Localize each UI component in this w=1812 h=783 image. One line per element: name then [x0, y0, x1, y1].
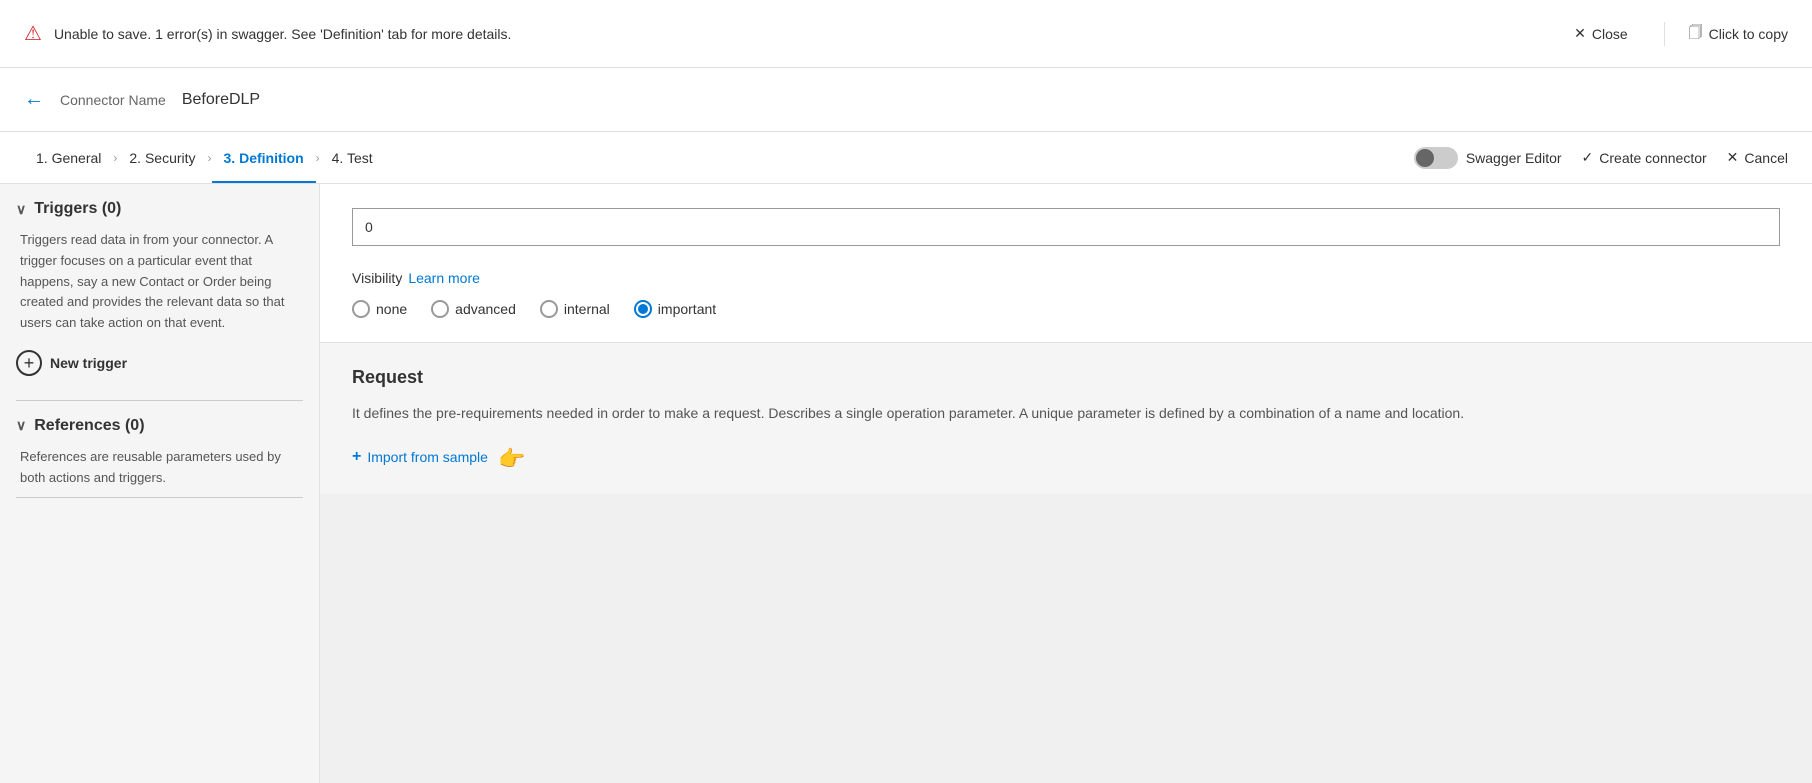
references-section-header[interactable]: ∨ References (0)	[16, 417, 303, 435]
cancel-x-icon: ✕	[1727, 149, 1739, 166]
connector-name-label: Connector Name	[60, 92, 166, 108]
radio-circle-important	[634, 300, 652, 318]
references-section: ∨ References (0) References are reusable…	[16, 417, 303, 489]
radio-advanced[interactable]: advanced	[431, 300, 516, 318]
references-chevron-icon: ∨	[16, 417, 26, 434]
close-label: Close	[1592, 26, 1628, 42]
visibility-label: Visibility	[352, 270, 402, 286]
sidebar-divider-1	[16, 400, 303, 401]
back-icon: ←	[24, 88, 44, 111]
import-from-sample-button[interactable]: + Import from sample 👉	[352, 444, 1780, 470]
tab-test[interactable]: 4. Test	[320, 132, 385, 183]
import-plus-icon: +	[352, 448, 361, 466]
tab-test-label: 4. Test	[332, 150, 373, 166]
create-connector-button[interactable]: ✓ Create connector	[1582, 149, 1707, 166]
request-card: Request It defines the pre-requirements …	[320, 343, 1812, 494]
swagger-editor-label: Swagger Editor	[1466, 150, 1562, 166]
new-trigger-button[interactable]: + New trigger	[16, 350, 303, 376]
learn-more-link[interactable]: Learn more	[408, 270, 480, 286]
back-button[interactable]: ←	[24, 88, 44, 111]
request-title: Request	[352, 367, 1780, 388]
create-connector-label: Create connector	[1599, 150, 1706, 166]
cancel-label: Cancel	[1744, 150, 1788, 166]
error-message: Unable to save. 1 error(s) in swagger. S…	[54, 26, 1562, 42]
radio-circle-advanced	[431, 300, 449, 318]
radio-none[interactable]: none	[352, 300, 407, 318]
error-banner: ⚠ Unable to save. 1 error(s) in swagger.…	[0, 0, 1812, 68]
request-description: It defines the pre-requirements needed i…	[352, 402, 1780, 424]
copy-button[interactable]: 🗍 Click to copy	[1664, 22, 1788, 46]
cursor-hand-icon: 👉	[498, 446, 525, 472]
right-panel: Visibility Learn more none advanced inte…	[320, 184, 1812, 783]
connector-name-value: BeforeDLP	[182, 91, 260, 109]
tab-definition[interactable]: 3. Definition	[212, 132, 316, 183]
tab-general-label: 1. General	[36, 150, 101, 166]
radio-none-label: none	[376, 301, 407, 317]
references-header-label: References (0)	[34, 417, 144, 435]
radio-circle-none	[352, 300, 370, 318]
cancel-button[interactable]: ✕ Cancel	[1727, 149, 1788, 166]
sidebar-divider-2	[16, 497, 303, 498]
tab-security[interactable]: 2. Security	[117, 132, 207, 183]
check-icon: ✓	[1582, 149, 1594, 166]
header-row: ← Connector Name BeforeDLP	[0, 68, 1812, 132]
radio-circle-internal	[540, 300, 558, 318]
toggle-knob	[1416, 149, 1434, 167]
swagger-editor-toggle[interactable]	[1414, 147, 1458, 169]
copy-label: Click to copy	[1709, 26, 1788, 42]
radio-group: none advanced internal important	[352, 300, 1780, 318]
copy-icon: 🗍	[1689, 22, 1703, 46]
radio-important[interactable]: important	[634, 300, 716, 318]
triggers-description: Triggers read data in from your connecto…	[16, 230, 303, 334]
tab-general[interactable]: 1. General	[24, 132, 113, 183]
triggers-header-label: Triggers (0)	[34, 200, 121, 218]
main-input[interactable]	[352, 208, 1780, 246]
radio-advanced-label: advanced	[455, 301, 516, 317]
swagger-editor-toggle-area: Swagger Editor	[1414, 147, 1562, 169]
visibility-row: Visibility Learn more	[352, 270, 1780, 286]
radio-internal-label: internal	[564, 301, 610, 317]
tab-security-label: 2. Security	[129, 150, 195, 166]
references-description: References are reusable parameters used …	[16, 447, 303, 489]
radio-internal[interactable]: internal	[540, 300, 610, 318]
error-icon: ⚠	[24, 21, 42, 46]
triggers-chevron-icon: ∨	[16, 201, 26, 218]
nav-tabs: 1. General › 2. Security › 3. Definition…	[0, 132, 1812, 184]
close-icon: ✕	[1574, 25, 1586, 42]
plus-circle-icon: +	[16, 350, 42, 376]
import-label: Import from sample	[367, 449, 488, 465]
new-trigger-label: New trigger	[50, 355, 127, 371]
radio-important-label: important	[658, 301, 716, 317]
triggers-section-header[interactable]: ∨ Triggers (0)	[16, 200, 303, 218]
main-content: ∨ Triggers (0) Triggers read data in fro…	[0, 184, 1812, 783]
left-sidebar: ∨ Triggers (0) Triggers read data in fro…	[0, 184, 320, 783]
close-button[interactable]: ✕ Close	[1574, 25, 1628, 42]
tab-definition-label: 3. Definition	[224, 150, 304, 166]
main-card: Visibility Learn more none advanced inte…	[320, 184, 1812, 343]
